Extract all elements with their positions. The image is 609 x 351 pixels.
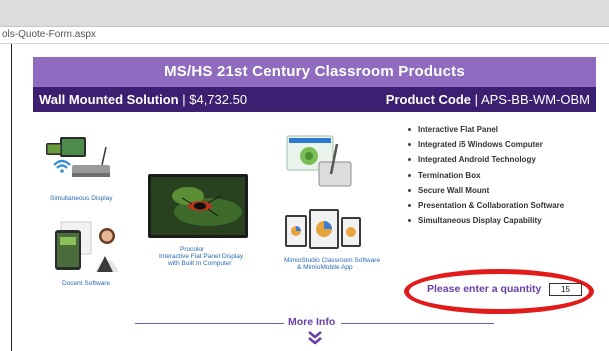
feature-label: Integrated i5 Windows Computer: [418, 140, 543, 150]
bullet-icon: [408, 143, 411, 147]
url-text: ols-Quote-Form.aspx: [2, 29, 96, 40]
feature-item: Secure Wall Mount: [408, 186, 564, 201]
feature-list: Interactive Flat Panel Integrated i5 Win…: [408, 125, 564, 231]
solution-price: Wall Mounted Solution | $4,732.50: [39, 92, 247, 107]
feature-label: Termination Box: [418, 170, 481, 180]
double-chevron-down-icon[interactable]: [307, 330, 323, 346]
feature-item: Integrated Android Technology: [408, 155, 564, 170]
quantity-input[interactable]: [549, 283, 582, 296]
feature-label: Simultaneous Display Capability: [418, 216, 542, 226]
page-left-border: [11, 44, 12, 351]
more-info-divider-right: [341, 323, 494, 324]
docent-software-image: [55, 221, 119, 272]
feature-item: Simultaneous Display Capability: [408, 216, 564, 231]
bullet-icon: [408, 128, 411, 131]
simultaneous-display-image: [46, 137, 110, 177]
bullet-icon: [408, 173, 411, 177]
feature-label: Integrated Android Technology: [418, 155, 536, 165]
feature-item: Integrated i5 Windows Computer: [408, 140, 564, 155]
bullet-icon: [408, 188, 411, 192]
caption-procolor-line3: with Built In Computer: [168, 260, 232, 267]
mimio-tablet-pen-image: [286, 135, 352, 187]
caption-simultaneous-display: Simultaneous Display: [50, 195, 113, 202]
banner-title-bar: MS/HS 21st Century Classroom Products: [33, 57, 596, 87]
browser-toolbar: [0, 0, 609, 27]
product-code-value: APS-BB-WM-OBM: [480, 92, 590, 107]
solution-name: Wall Mounted Solution: [39, 92, 179, 107]
procolor-panel-image: [148, 174, 248, 238]
address-bar[interactable]: ols-Quote-Form.aspx: [0, 27, 609, 44]
mimio-devices-image: [285, 209, 361, 249]
feature-label: Secure Wall Mount: [418, 185, 490, 195]
feature-label: Presentation & Collaboration Software: [418, 200, 565, 210]
product-code: Product Code | APS-BB-WM-OBM: [386, 92, 590, 107]
bullet-icon: [408, 219, 411, 223]
page-title: MS/HS 21st Century Classroom Products: [164, 63, 465, 80]
more-info-link[interactable]: More Info: [288, 316, 335, 328]
more-info-divider-left: [135, 323, 284, 324]
feature-item: Termination Box: [408, 171, 564, 186]
feature-item: Interactive Flat Panel: [408, 125, 564, 140]
bullet-icon: [408, 158, 411, 162]
caption-mimio-line2: & MimioMobile App: [297, 264, 353, 271]
solution-price-value: $4,732.50: [189, 92, 248, 107]
banner-subtitle-bar: Wall Mounted Solution | $4,732.50 Produc…: [33, 87, 596, 112]
feature-label: Interactive Flat Panel: [418, 125, 499, 134]
product-code-label: Product Code: [385, 92, 472, 107]
bullet-icon: [408, 203, 411, 207]
caption-docent-software: Docent Software: [62, 280, 111, 287]
quantity-label: Please enter a quantity: [427, 283, 542, 295]
feature-item: Presentation & Collaboration Software: [408, 201, 564, 216]
